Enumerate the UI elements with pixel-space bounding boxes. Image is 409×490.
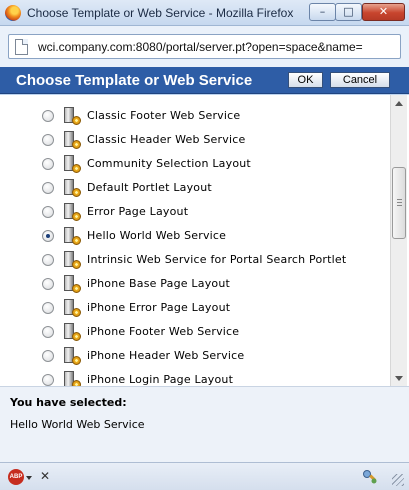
scroll-up-icon[interactable] <box>395 101 403 106</box>
gear-icon <box>72 164 81 173</box>
list-item-label[interactable]: iPhone Footer Web Service <box>87 325 239 338</box>
address-field[interactable]: wci.company.com:8080/portal/server.pt?op… <box>8 34 401 59</box>
radio-button[interactable] <box>42 326 54 338</box>
resize-grip-icon[interactable] <box>392 474 404 486</box>
gear-icon <box>72 236 81 245</box>
gear-icon <box>72 332 81 341</box>
gear-icon <box>72 140 81 149</box>
dialog-title: Choose Template or Web Service <box>16 72 253 89</box>
gear-icon <box>72 308 81 317</box>
list-item-label[interactable]: Classic Footer Web Service <box>87 109 240 122</box>
web-service-icon <box>63 275 82 294</box>
cancel-button[interactable]: Cancel <box>330 72 390 88</box>
address-text[interactable]: wci.company.com:8080/portal/server.pt?op… <box>38 40 398 54</box>
gear-icon <box>72 356 81 365</box>
list-item-label[interactable]: Intrinsic Web Service for Portal Search … <box>87 253 346 266</box>
radio-button[interactable] <box>42 302 54 314</box>
ok-button[interactable]: OK <box>288 72 323 88</box>
web-service-icon <box>63 323 82 342</box>
web-service-icon <box>63 299 82 318</box>
list-item-label[interactable]: iPhone Header Web Service <box>87 349 244 362</box>
grip-line <box>397 199 402 200</box>
radio-button[interactable] <box>42 158 54 170</box>
gear-icon <box>72 188 81 197</box>
selection-value: Hello World Web Service <box>10 418 145 431</box>
adblock-icon[interactable]: ABP <box>8 469 24 485</box>
maximize-button[interactable]: □ <box>335 3 362 21</box>
list-item[interactable]: Intrinsic Web Service for Portal Search … <box>0 249 388 273</box>
scrollbar-thumb[interactable] <box>392 167 406 239</box>
list-item-label[interactable]: iPhone Login Page Layout <box>87 373 233 386</box>
web-service-icon <box>63 203 82 222</box>
list-item[interactable]: iPhone Header Web Service <box>0 345 388 369</box>
window-titlebar: Choose Template or Web Service - Mozilla… <box>0 0 409 26</box>
close-window-button[interactable]: ✕ <box>362 3 405 21</box>
list-item[interactable]: Hello World Web Service <box>0 225 388 249</box>
gear-icon <box>72 260 81 269</box>
web-service-icon <box>63 155 82 174</box>
list-item-label[interactable]: iPhone Error Page Layout <box>87 301 230 314</box>
selection-panel: You have selected: Hello World Web Servi… <box>0 386 409 462</box>
list-item[interactable]: iPhone Footer Web Service <box>0 321 388 345</box>
list-item-label[interactable]: Hello World Web Service <box>87 229 226 242</box>
gear-icon <box>72 116 81 125</box>
service-list-pane: Classic Footer Web Service Classic Header… <box>0 95 409 386</box>
radio-button[interactable] <box>42 374 54 386</box>
list-item[interactable]: iPhone Login Page Layout <box>0 369 388 386</box>
web-service-icon <box>63 131 82 150</box>
web-service-icon <box>63 347 82 366</box>
close-icon[interactable]: ✕ <box>40 469 50 483</box>
list-item[interactable]: Error Page Layout <box>0 201 388 225</box>
grip-line <box>397 205 402 206</box>
url-bar: wci.company.com:8080/portal/server.pt?op… <box>0 26 409 67</box>
window-title: Choose Template or Web Service - Mozilla… <box>27 6 294 20</box>
radio-button[interactable] <box>42 278 54 290</box>
minimize-button[interactable]: – <box>309 3 336 21</box>
firefox-icon <box>5 5 21 21</box>
list-item-label[interactable]: Classic Header Web Service <box>87 133 245 146</box>
list-item-label[interactable]: Error Page Layout <box>87 205 188 218</box>
dialog-header: Choose Template or Web Service OK Cancel <box>0 67 409 94</box>
list-item[interactable]: Classic Header Web Service <box>0 129 388 153</box>
page-icon <box>15 39 28 55</box>
web-service-icon <box>63 179 82 198</box>
gear-icon <box>72 212 81 221</box>
list-item-label[interactable]: iPhone Base Page Layout <box>87 277 230 290</box>
list-item[interactable]: Default Portlet Layout <box>0 177 388 201</box>
web-service-icon <box>63 251 82 270</box>
radio-button[interactable] <box>42 206 54 218</box>
web-service-icon <box>63 227 82 246</box>
radio-button[interactable] <box>42 134 54 146</box>
list-item[interactable]: Classic Footer Web Service <box>0 105 388 129</box>
grip-line <box>397 202 402 203</box>
list-scrollbar[interactable] <box>390 95 407 386</box>
list-item-label[interactable]: Default Portlet Layout <box>87 181 212 194</box>
radio-button[interactable] <box>42 182 54 194</box>
radio-button[interactable] <box>42 350 54 362</box>
tools-icon[interactable] <box>362 469 378 485</box>
scroll-down-icon[interactable] <box>395 376 403 381</box>
status-bar: ABP ✕ <box>0 462 409 490</box>
selection-heading: You have selected: <box>10 396 127 409</box>
list-item-label[interactable]: Community Selection Layout <box>87 157 251 170</box>
radio-button[interactable] <box>42 254 54 266</box>
radio-button[interactable] <box>42 230 54 242</box>
adblock-dropdown-icon[interactable] <box>26 476 32 480</box>
list-item[interactable]: Community Selection Layout <box>0 153 388 177</box>
gear-icon <box>72 284 81 293</box>
list-item[interactable]: iPhone Base Page Layout <box>0 273 388 297</box>
radio-button[interactable] <box>42 110 54 122</box>
list-item[interactable]: iPhone Error Page Layout <box>0 297 388 321</box>
web-service-icon <box>63 371 82 386</box>
web-service-icon <box>63 107 82 126</box>
